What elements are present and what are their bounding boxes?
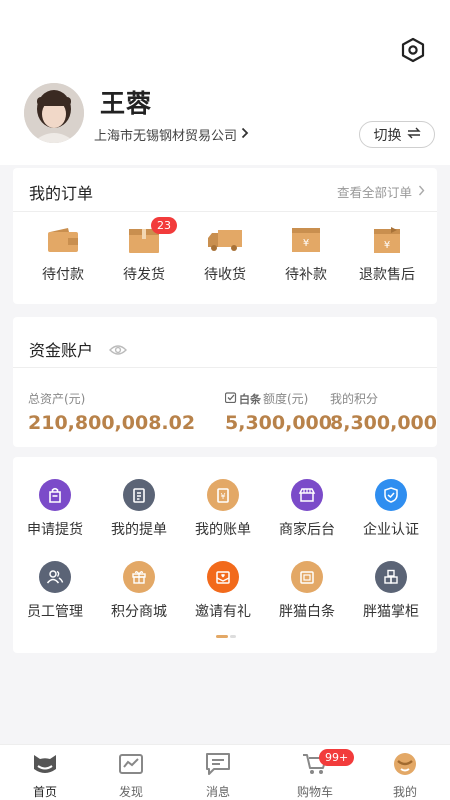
avatar[interactable]: [24, 83, 84, 143]
gift-icon: [123, 561, 155, 593]
yuan-box-icon: ¥: [292, 228, 320, 256]
service-label: 我的账单: [195, 522, 251, 538]
service-invite-reward[interactable]: 邀请有礼: [181, 561, 265, 621]
users-icon: [39, 561, 71, 593]
total-assets-label: 总资产(元): [28, 392, 86, 406]
order-refund-aftersale[interactable]: ¥ 退款售后: [352, 224, 422, 284]
order-pending-shipment[interactable]: 23 待发货: [109, 217, 179, 284]
order-badge: 23: [151, 217, 177, 234]
order-pending-supplement[interactable]: ¥ 待补款: [271, 224, 341, 284]
service-my-bills[interactable]: ¥ 我的账单: [181, 479, 265, 539]
service-label: 胖猫掌柜: [363, 604, 419, 620]
service-apply-pickup[interactable]: 申请提货: [13, 479, 97, 539]
points-label: 我的积分: [330, 392, 379, 406]
wallet-icon: [48, 228, 78, 256]
bottom-tab-bar: 首页 发现 消息 99+ 购物车 我的: [0, 744, 450, 800]
cart-badge: 99+: [319, 749, 355, 766]
company-name: 上海市无锡钢材贸易公司: [94, 129, 238, 144]
order-item-label: 待发货: [123, 267, 165, 283]
credit-icon: [291, 561, 323, 593]
discover-icon: [119, 754, 143, 778]
tab-label: 我的: [392, 785, 417, 799]
service-fatcat-shopkeeper[interactable]: 胖猫掌柜: [349, 561, 433, 621]
cabinet-icon: [375, 561, 407, 593]
refund-box-icon: ¥: [373, 227, 401, 257]
svg-text:¥: ¥: [220, 492, 225, 501]
tab-label: 消息: [205, 785, 230, 799]
service-label: 胖猫白条: [279, 604, 335, 620]
service-my-bill-of-lading[interactable]: 我的提单: [97, 479, 181, 539]
tab-label: 发现: [118, 785, 143, 799]
service-label: 我的提单: [111, 522, 167, 538]
cat-home-icon: [32, 753, 58, 779]
switch-button[interactable]: 切换: [359, 121, 435, 148]
order-item-label: 待补款: [285, 267, 327, 283]
service-points-mall[interactable]: 积分商城: [97, 561, 181, 621]
tab-label: 购物车: [296, 785, 333, 799]
shield-check-icon: [375, 479, 407, 511]
page-dot-active: [216, 635, 228, 638]
document-icon: [123, 479, 155, 511]
service-enterprise-verification[interactable]: 企业认证: [349, 479, 433, 539]
service-label: 商家后台: [279, 522, 335, 538]
page-indicator: [216, 635, 236, 638]
service-label: 积分商城: [111, 604, 167, 620]
svg-text:¥: ¥: [384, 240, 390, 251]
swap-arrows-icon: [406, 127, 421, 143]
credit-brand: 白条: [239, 392, 261, 406]
truck-icon: [208, 228, 242, 256]
mail-heart-icon: [207, 561, 239, 593]
credit-label: 额度(元): [263, 392, 309, 406]
tab-home[interactable]: 首页: [5, 753, 85, 800]
service-staff-management[interactable]: 员工管理: [13, 561, 97, 621]
service-merchant-backend[interactable]: 商家后台: [265, 479, 349, 539]
tab-messages[interactable]: 消息: [178, 753, 258, 800]
tab-discover[interactable]: 发现: [91, 753, 171, 800]
bill-icon: ¥: [207, 479, 239, 511]
settings-hex-icon: [400, 37, 426, 67]
orders-title: 我的订单: [29, 184, 94, 203]
chevron-right-icon: [418, 184, 425, 199]
svg-text:¥: ¥: [303, 238, 309, 249]
total-assets-value: 210,800,008.02: [28, 412, 196, 434]
order-pending-receipt[interactable]: 待收货: [190, 224, 260, 284]
services-card: 申请提货 我的提单 ¥ 我的账单 商家后台 企业认证 员工管理 积分商城 邀请有…: [13, 457, 437, 653]
page-dot: [230, 635, 236, 638]
order-item-label: 待收货: [204, 267, 246, 283]
order-item-label: 待付款: [42, 267, 84, 283]
view-all-label: 查看全部订单: [336, 185, 412, 200]
service-label: 申请提货: [27, 522, 83, 538]
orders-divider: [13, 211, 437, 212]
credit-brand-icon: [224, 391, 237, 406]
settings-button[interactable]: [398, 37, 428, 67]
store-icon: [291, 479, 323, 511]
user-name: 王蓉: [100, 89, 153, 118]
profile-icon: [393, 752, 417, 780]
view-all-orders-link[interactable]: 查看全部订单: [337, 182, 425, 201]
message-icon: [206, 753, 230, 779]
order-pending-payment[interactable]: 待付款: [28, 224, 98, 284]
tab-profile[interactable]: 我的: [365, 753, 445, 800]
credit-label-group: 白条 额度(元): [224, 390, 309, 407]
company-selector[interactable]: 上海市无锡钢材贸易公司: [94, 125, 249, 144]
funds-divider: [13, 367, 437, 368]
eye-icon[interactable]: [109, 341, 127, 360]
funds-title: 资金账户: [29, 341, 94, 360]
bag-icon: [39, 479, 71, 511]
orders-card: 我的订单 查看全部订单 待付款 23 待发货 待收货 ¥ 待补款 ¥ 退款售后: [13, 168, 437, 304]
chevron-right-icon: [241, 127, 249, 143]
tab-label: 首页: [32, 785, 57, 799]
funds-card: 资金账户 总资产(元) 210,800,008.02 白条 额度(元) 5,30…: [13, 317, 437, 447]
service-label: 企业认证: [363, 522, 419, 538]
switch-label: 切换: [373, 127, 402, 144]
service-label: 员工管理: [27, 604, 83, 620]
credit-value: 5,300,000: [225, 412, 332, 434]
tab-cart[interactable]: 99+ 购物车: [275, 749, 355, 800]
points-value: 8,300,000: [330, 412, 437, 434]
service-label: 邀请有礼: [195, 604, 251, 620]
order-item-label: 退款售后: [359, 267, 415, 283]
service-fatcat-credit[interactable]: 胖猫白条: [265, 561, 349, 621]
